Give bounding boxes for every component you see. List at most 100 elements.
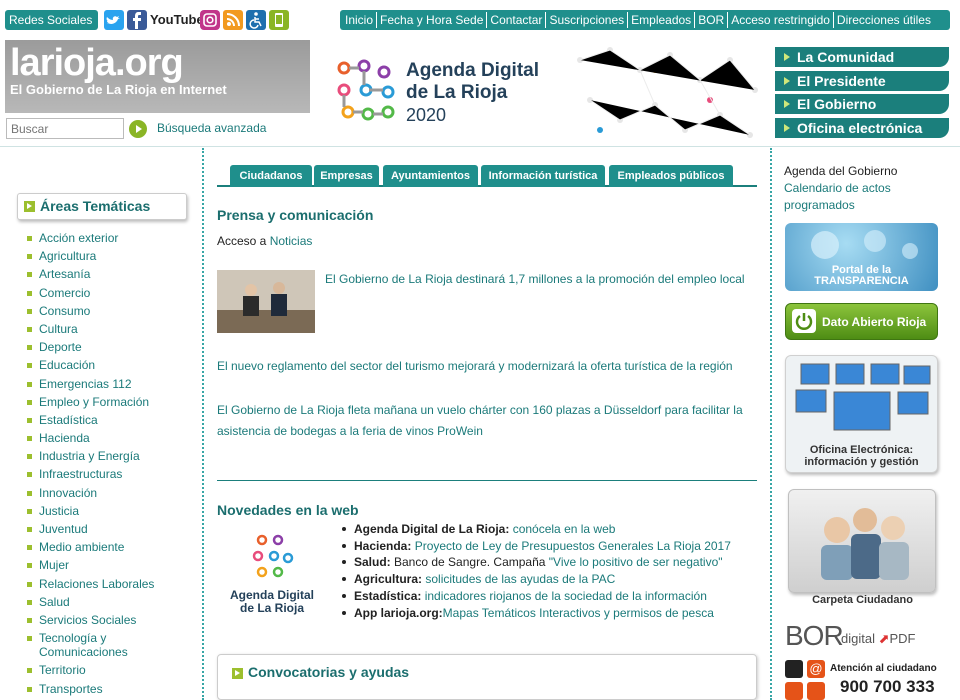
- novedad-item[interactable]: Salud: Banco de Sangre. Campaña "Vive lo…: [340, 554, 760, 571]
- tab-informacion-turistica[interactable]: Información turística: [481, 165, 605, 187]
- tab-ayuntamientos[interactable]: Ayuntamientos: [383, 165, 478, 187]
- menu-el-presidente[interactable]: El Presidente: [775, 70, 949, 91]
- bor-logo[interactable]: BOR: [785, 620, 844, 652]
- dato-abierto-banner[interactable]: Dato Abierto Rioja: [785, 303, 938, 340]
- tab-empresas[interactable]: Empresas: [314, 165, 379, 187]
- area-artesania[interactable]: Artesanía: [27, 267, 197, 281]
- area-medio-ambiente[interactable]: Medio ambiente: [27, 540, 197, 554]
- area-infraestructuras[interactable]: Infraestructuras: [27, 467, 197, 481]
- area-servicios-sociales[interactable]: Servicios Sociales: [27, 613, 197, 627]
- nav-bor[interactable]: BOR: [695, 12, 729, 28]
- noticias-link[interactable]: Noticias: [270, 234, 313, 248]
- convocatorias-box[interactable]: Convocatorias y ayudas: [217, 654, 757, 700]
- area-comercio[interactable]: Comercio: [27, 286, 197, 300]
- area-accion-exterior[interactable]: Acción exterior: [27, 231, 197, 245]
- dato-abierto-label: Dato Abierto Rioja: [822, 315, 927, 329]
- oficina-electronica-banner[interactable]: Oficina Electrónica: información y gesti…: [785, 355, 938, 473]
- area-cultura[interactable]: Cultura: [27, 322, 197, 336]
- nav-contactar[interactable]: Contactar: [487, 12, 547, 28]
- carpeta-ciudadano-banner[interactable]: [788, 489, 936, 593]
- menu-la-comunidad[interactable]: La Comunidad: [775, 47, 949, 67]
- area-deporte[interactable]: Deporte: [27, 340, 197, 354]
- phone-number: 900 700 333: [840, 677, 935, 696]
- nav-inicio[interactable]: Inicio: [342, 12, 378, 28]
- menu-oficina-electronica[interactable]: Oficina electrónica: [775, 117, 949, 138]
- areas-list: Acción exterior Agricultura Artesanía Co…: [27, 231, 197, 700]
- social-networks-label[interactable]: Redes Sociales: [5, 10, 98, 30]
- news-photo[interactable]: [217, 270, 315, 333]
- network-dots-decoration: [577, 47, 758, 138]
- accessibility-icon[interactable]: [246, 10, 266, 31]
- oficina-line2: información y gestión: [804, 456, 919, 468]
- news-item-1[interactable]: El Gobierno de La Rioja destinará 1,7 mi…: [325, 269, 755, 290]
- facebook-icon[interactable]: [127, 10, 147, 31]
- area-educacion[interactable]: Educación: [27, 358, 197, 372]
- novedad-item[interactable]: App larioja.org:Mapas Temáticos Interact…: [340, 605, 760, 622]
- novedad-link[interactable]: "Vive lo positivo de ser negativo": [549, 555, 723, 569]
- area-industria[interactable]: Industria y Energía: [27, 449, 197, 463]
- search-input[interactable]: [6, 118, 124, 139]
- mobile-app-icon[interactable]: [269, 10, 289, 31]
- tab-ciudadanos[interactable]: Ciudadanos: [230, 165, 312, 187]
- area-transportes[interactable]: Transportes: [27, 682, 197, 696]
- press-conference-photo: [217, 270, 315, 333]
- novedades-title: Novedades en la web: [217, 502, 359, 518]
- twitter-icon[interactable]: [104, 10, 124, 31]
- advanced-search-link[interactable]: Búsqueda avanzada: [157, 121, 266, 135]
- agenda-digital-small-logo[interactable]: Agenda Digital de La Rioja: [222, 532, 322, 637]
- area-salud[interactable]: Salud: [27, 595, 197, 609]
- site-logo[interactable]: larioja.org El Gobierno de La Rioja en I…: [5, 40, 310, 113]
- news-item-2[interactable]: El nuevo reglamento del sector del turis…: [217, 356, 757, 377]
- area-innovacion[interactable]: Innovación: [27, 486, 197, 500]
- nav-acceso-restringido[interactable]: Acceso restringido: [728, 12, 834, 28]
- bor-digital-label[interactable]: digital ⬈PDF: [841, 631, 916, 647]
- area-agricultura[interactable]: Agricultura: [27, 249, 197, 263]
- transparencia-line2: TRANSPARENCIA: [814, 275, 909, 287]
- area-estadistica[interactable]: Estadística: [27, 413, 197, 427]
- nav-fecha-hora-sede[interactable]: Fecha y Hora Sede: [377, 12, 488, 28]
- agenda-digital-banner[interactable]: Agenda Digital de La Rioja 2020: [310, 40, 770, 145]
- area-justicia[interactable]: Justicia: [27, 504, 197, 518]
- novedad-link[interactable]: conócela en la web: [509, 522, 616, 536]
- rss-icon[interactable]: [223, 10, 243, 31]
- top-bar: Redes Sociales YouTube Inicio Fecha y Ho…: [0, 0, 960, 40]
- area-tecnologia[interactable]: Tecnología y Comunicaciones: [27, 631, 137, 659]
- portal-transparencia-banner[interactable]: Portal de la TRANSPARENCIA: [785, 223, 938, 291]
- area-mujer[interactable]: Mujer: [27, 558, 197, 572]
- novedad-link[interactable]: indicadores riojanos de la sociedad de l…: [421, 589, 707, 603]
- email-icon: @: [807, 660, 825, 678]
- youtube-icon[interactable]: YouTube: [150, 10, 204, 31]
- logo-title: larioja.org: [10, 42, 184, 84]
- area-consumo[interactable]: Consumo: [27, 304, 197, 318]
- area-empleo[interactable]: Empleo y Formación: [27, 395, 197, 409]
- carpeta-ciudadano-label[interactable]: Carpeta Ciudadano: [780, 594, 945, 606]
- news-item-3[interactable]: El Gobierno de La Rioja fleta mañana un …: [217, 400, 757, 442]
- access-prefix: Acceso a: [217, 234, 270, 248]
- nav-direcciones-utiles[interactable]: Direcciones útiles: [834, 12, 934, 28]
- novedad-item[interactable]: Agenda Digital de La Rioja: conócela en …: [340, 521, 760, 538]
- instagram-icon[interactable]: [200, 10, 220, 31]
- atencion-ciudadano[interactable]: @ Atención al ciudadano 900 700 333: [785, 660, 940, 700]
- tab-empleados-publicos[interactable]: Empleados públicos: [609, 165, 733, 187]
- novedad-item[interactable]: Agricultura: solicitudes de las ayudas d…: [340, 571, 760, 588]
- novedad-link[interactable]: Proyecto de Ley de Presupuestos Generale…: [411, 539, 731, 553]
- area-relaciones-laborales[interactable]: Relaciones Laborales: [27, 577, 197, 591]
- novedad-link[interactable]: solicitudes de las ayudas de la PAC: [422, 572, 615, 586]
- nav-empleados[interactable]: Empleados: [628, 12, 696, 28]
- nav-suscripciones[interactable]: Suscripciones: [546, 12, 629, 28]
- novedad-item[interactable]: Estadística: indicadores riojanos de la …: [340, 588, 760, 605]
- area-juventud[interactable]: Juventud: [27, 522, 197, 536]
- oficina-label: Oficina Electrónica: información y gesti…: [786, 444, 937, 468]
- section-divider: [217, 480, 757, 481]
- calendario-actos-link[interactable]: Calendario de actos programados: [784, 180, 944, 214]
- area-emergencias[interactable]: Emergencias 112: [27, 377, 197, 391]
- novedad-link[interactable]: Mapas Temáticos Interactivos y permisos …: [443, 606, 714, 620]
- menu-el-gobierno[interactable]: El Gobierno: [775, 94, 949, 114]
- areas-title-text: Áreas Temáticas: [40, 198, 151, 214]
- areas-tematicas-title: Áreas Temáticas: [17, 193, 187, 220]
- small-logo-line2: de La Rioja: [239, 601, 304, 615]
- search-submit-button[interactable]: [129, 120, 147, 138]
- area-hacienda[interactable]: Hacienda: [27, 431, 197, 445]
- novedad-item[interactable]: Hacienda: Proyecto de Ley de Presupuesto…: [340, 538, 760, 555]
- area-territorio[interactable]: Territorio: [27, 663, 197, 677]
